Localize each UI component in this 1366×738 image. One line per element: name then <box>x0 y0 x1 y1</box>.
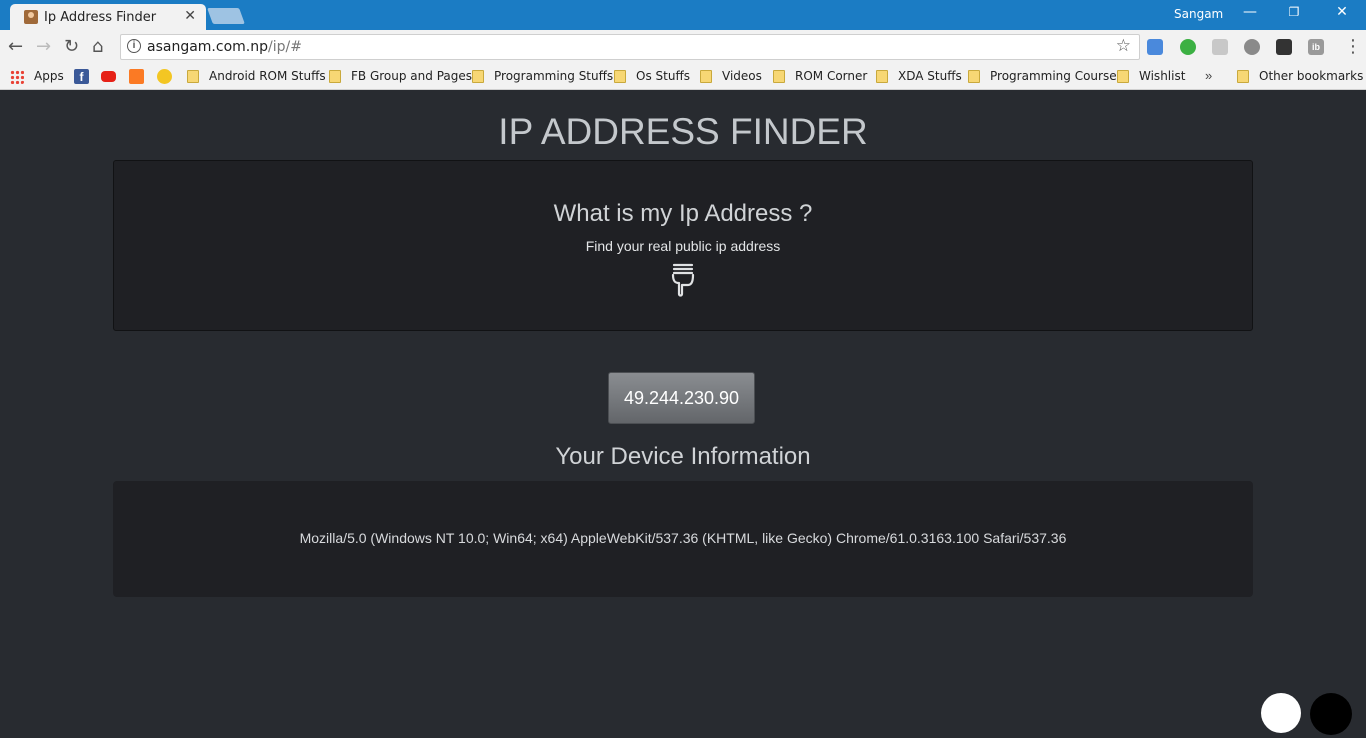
intro-heading: What is my Ip Address ? <box>553 200 813 227</box>
bookmark-other-bookmarks[interactable]: Other bookmarks <box>1259 69 1363 83</box>
folder-icon <box>614 70 626 83</box>
forward-arrow-icon[interactable]: → <box>36 36 51 57</box>
folder-icon <box>700 70 712 83</box>
back-arrow-icon[interactable]: ← <box>8 36 23 57</box>
site-info-icon[interactable]: i <box>127 39 141 53</box>
page-content: IP ADDRESS FINDER What is my Ip Address … <box>0 91 1366 738</box>
bookmarks-bar: Apps f Android ROM Stuffs FB Group and P… <box>0 64 1366 90</box>
folder-icon <box>773 70 785 83</box>
user-agent-text: Mozilla/5.0 (Windows NT 10.0; Win64; x64… <box>299 530 1067 546</box>
camera-extension-icon[interactable] <box>1212 39 1228 55</box>
folder-icon <box>329 70 341 83</box>
light-theme-toggle-button[interactable] <box>1261 693 1301 733</box>
dots-extension-icon[interactable] <box>1276 39 1292 55</box>
bookmark-rom-corner[interactable]: ROM Corner <box>795 69 867 83</box>
google-translate-extension-icon[interactable] <box>1147 39 1163 55</box>
tab-close-icon[interactable]: ✕ <box>184 8 196 24</box>
url-path: /ip/# <box>268 39 302 55</box>
browser-toolbar: ← → ↻ ⌂ i asangam.com.np/ip/# ☆ ib ⋮ <box>0 30 1366 64</box>
folder-icon <box>187 70 199 83</box>
browser-tab-active[interactable]: Ip Address Finder ✕ <box>10 4 206 30</box>
gray-extension-icon[interactable] <box>1244 39 1260 55</box>
folder-icon <box>1117 70 1129 83</box>
intro-panel: What is my Ip Address ? Find your real p… <box>113 160 1253 331</box>
youtube-icon[interactable] <box>101 71 116 82</box>
address-bar[interactable]: i asangam.com.np/ip/# ☆ <box>120 34 1140 60</box>
bookmark-os-stuffs[interactable]: Os Stuffs <box>636 69 690 83</box>
bookmark-android-rom-stuffs[interactable]: Android ROM Stuffs <box>209 69 326 83</box>
browser-titlebar: Ip Address Finder ✕ Sangam — ❐ ✕ <box>0 0 1366 30</box>
bookmark-videos[interactable]: Videos <box>722 69 762 83</box>
apps-grid-icon[interactable] <box>10 70 24 84</box>
reload-icon[interactable]: ↻ <box>64 36 79 57</box>
device-info-heading: Your Device Information <box>555 443 811 470</box>
tab-title: Ip Address Finder <box>44 10 157 25</box>
device-info-panel: Mozilla/5.0 (Windows NT 10.0; Win64; x64… <box>113 481 1253 597</box>
more-bookmarks-chevron-icon[interactable]: » <box>1205 68 1212 83</box>
intro-subheading: Find your real public ip address <box>585 238 781 254</box>
bookmark-apps[interactable]: Apps <box>34 69 64 83</box>
ib-extension-icon[interactable]: ib <box>1308 39 1324 55</box>
minimize-icon[interactable]: — <box>1228 4 1272 24</box>
bookmark-fb-group-and-pages[interactable]: FB Group and Pages <box>351 69 472 83</box>
green-extension-icon[interactable] <box>1180 39 1196 55</box>
bookmark-programming-course[interactable]: Programming Course <box>990 69 1117 83</box>
xampp-icon[interactable] <box>129 69 144 84</box>
facebook-icon[interactable]: f <box>74 69 89 84</box>
home-icon[interactable]: ⌂ <box>92 36 103 57</box>
new-tab-button[interactable] <box>207 8 245 24</box>
profile-name[interactable]: Sangam <box>1174 7 1223 21</box>
hand-pointing-down-icon <box>671 263 695 297</box>
site-favicon-icon <box>24 10 38 24</box>
bookmark-programming-stuffs[interactable]: Programming Stuffs <box>494 69 613 83</box>
url-host: asangam.com.np <box>147 39 268 55</box>
window-close-icon[interactable]: ✕ <box>1320 4 1364 24</box>
bookmark-xda-stuffs[interactable]: XDA Stuffs <box>898 69 962 83</box>
folder-icon <box>1237 70 1249 83</box>
bookmark-star-icon[interactable]: ☆ <box>1116 36 1131 56</box>
bee-icon[interactable] <box>157 69 172 84</box>
url-text[interactable]: asangam.com.np/ip/# <box>147 39 302 55</box>
folder-icon <box>472 70 484 83</box>
ip-address-button[interactable]: 49.244.230.90 <box>608 372 755 424</box>
bookmark-wishlist[interactable]: Wishlist <box>1139 69 1185 83</box>
page-title: IP ADDRESS FINDER <box>498 111 868 152</box>
folder-icon <box>968 70 980 83</box>
restore-icon[interactable]: ❐ <box>1272 5 1316 25</box>
dark-theme-toggle-button[interactable] <box>1310 693 1352 735</box>
folder-icon <box>876 70 888 83</box>
chrome-menu-icon[interactable]: ⋮ <box>1344 36 1362 57</box>
